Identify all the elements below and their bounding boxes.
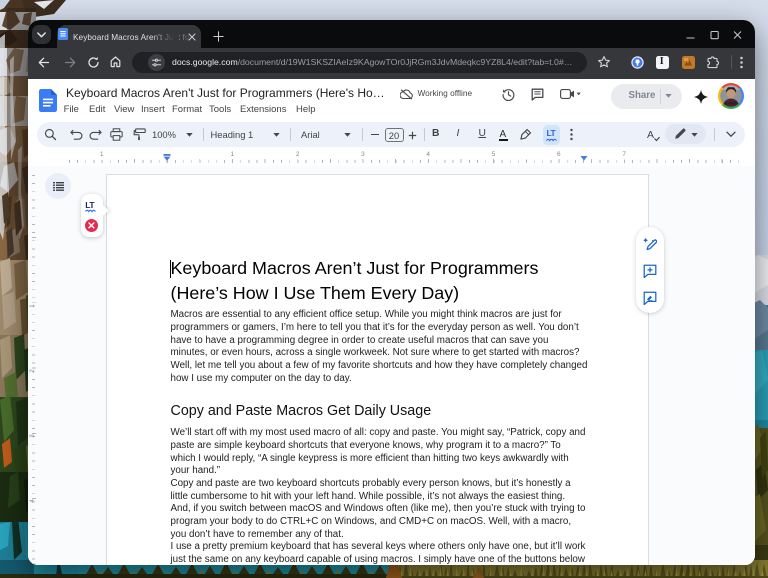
svg-text:A: A <box>647 129 654 141</box>
